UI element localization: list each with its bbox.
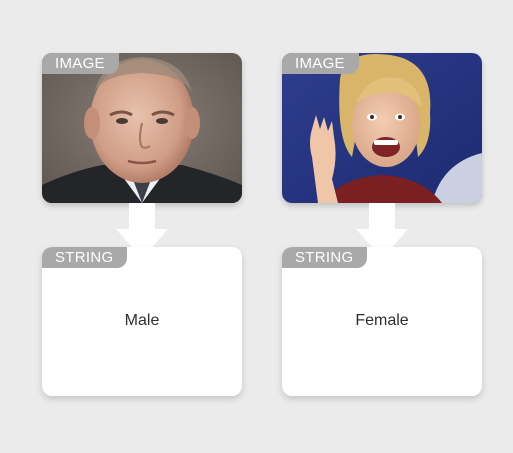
string-type-tag: STRING xyxy=(42,247,128,268)
image-input-card[interactable]: IMAGE xyxy=(282,53,482,203)
string-output-card[interactable]: STRING Female xyxy=(282,247,482,396)
image-input-card[interactable]: IMAGE xyxy=(42,53,242,203)
portrait-photo xyxy=(42,53,242,203)
image-type-tag: IMAGE xyxy=(282,53,359,74)
string-type-tag: STRING xyxy=(282,247,368,268)
image-type-tag: IMAGE xyxy=(42,53,119,74)
output-value: Female xyxy=(355,312,409,329)
output-value: Male xyxy=(124,312,160,329)
portrait-photo xyxy=(282,53,482,203)
string-output-card[interactable]: STRING Male xyxy=(42,247,242,396)
